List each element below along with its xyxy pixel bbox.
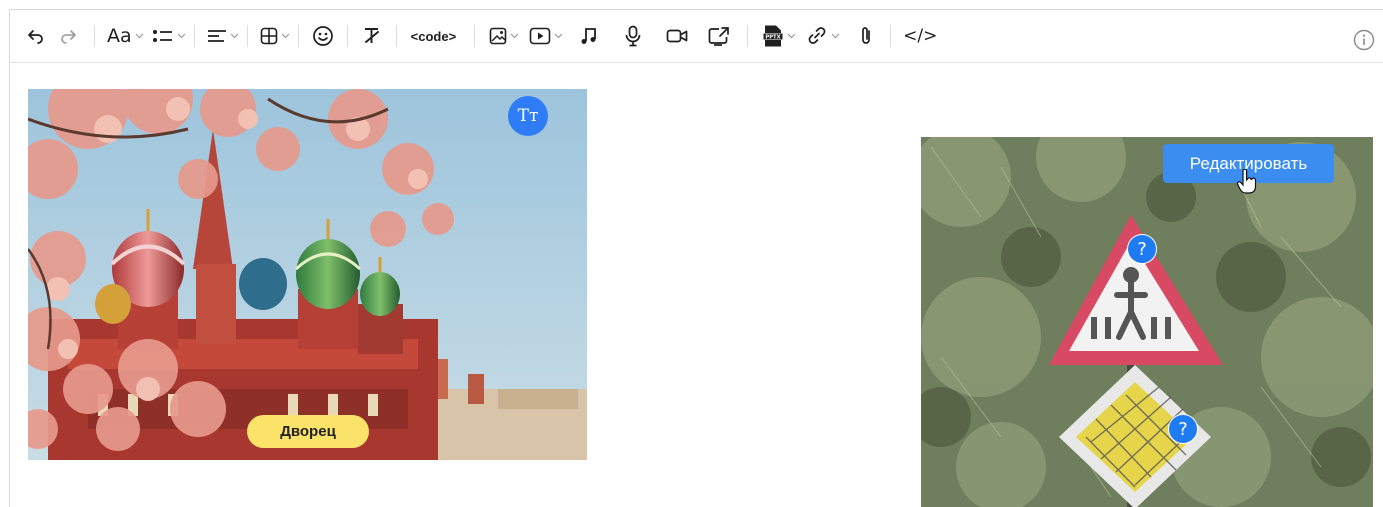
table-dropdown[interactable] [260, 20, 290, 52]
image-icon [489, 27, 507, 45]
chevron-down-icon [135, 33, 144, 39]
bullet-list-icon [152, 30, 172, 42]
clear-format-button[interactable] [360, 20, 384, 52]
toolbar-divider [193, 25, 195, 47]
voice-record-button[interactable] [621, 20, 645, 52]
chevron-down-icon [177, 33, 186, 39]
audio-button[interactable] [577, 20, 601, 52]
attach-file-button[interactable] [854, 20, 878, 52]
chevron-down-icon [230, 33, 239, 39]
image-dropdown[interactable] [489, 20, 519, 52]
editor-content[interactable]: Tт Дворец Редактировать ? ? [10, 64, 1383, 507]
link-icon [808, 27, 826, 44]
list-dropdown[interactable] [152, 20, 186, 52]
toolbar-divider [474, 25, 476, 47]
pptx-file-icon: PPTX [763, 25, 784, 47]
html-label: </> [903, 26, 938, 46]
image-caption-label[interactable]: Дворец [247, 415, 369, 448]
video-record-button[interactable] [665, 20, 689, 52]
music-note-icon [581, 28, 597, 44]
chevron-down-icon [281, 33, 290, 39]
chevron-down-icon [554, 33, 563, 39]
align-dropdown[interactable] [207, 20, 239, 52]
undo-icon [28, 30, 43, 44]
clear-formatting-icon [364, 28, 379, 43]
chevron-down-icon [787, 33, 796, 39]
redo-icon [61, 30, 76, 44]
hotspot-marker[interactable]: ? [1168, 414, 1198, 444]
html-source-button[interactable]: </> [903, 20, 937, 52]
font-label: Aa [107, 25, 132, 47]
camera-icon [666, 29, 688, 43]
code-button[interactable]: <code> [411, 20, 457, 52]
toolbar-divider [890, 25, 892, 47]
screen-share-icon [708, 27, 730, 46]
rich-text-editor: Aa <code> PPTX </> Tт Дворец Редактирова… [9, 9, 1383, 507]
info-button[interactable] [1352, 24, 1376, 56]
paperclip-icon [862, 27, 871, 44]
presentation-dropdown[interactable]: PPTX [762, 20, 796, 52]
editor-toolbar: Aa <code> PPTX </> [10, 10, 1383, 63]
text-overlay-badge[interactable]: Tт [508, 96, 548, 136]
link-dropdown[interactable] [806, 20, 840, 52]
road-signs-image[interactable]: Редактировать ? ? [921, 137, 1373, 507]
chevron-down-icon [510, 33, 519, 39]
toolbar-divider [346, 25, 348, 47]
toolbar-divider [747, 25, 749, 47]
emoji-icon [312, 26, 333, 46]
code-label: <code> [410, 28, 457, 44]
cathedral-image[interactable]: Tт Дворец [28, 89, 587, 460]
toolbar-divider [246, 25, 248, 47]
undo-button[interactable] [24, 20, 48, 52]
redo-button[interactable] [56, 20, 80, 52]
cathedral-photo [28, 89, 587, 460]
font-size-dropdown[interactable]: Aa [107, 20, 144, 52]
hand-cursor-icon [1236, 168, 1258, 200]
toolbar-divider [94, 25, 95, 47]
svg-text:PPTX: PPTX [766, 35, 781, 41]
screen-record-button[interactable] [707, 20, 731, 52]
table-icon [260, 27, 277, 45]
chevron-down-icon [831, 33, 840, 39]
microphone-icon [625, 25, 641, 47]
video-play-icon [529, 27, 551, 45]
video-dropdown[interactable] [529, 20, 563, 52]
road-signs-photo [921, 137, 1373, 507]
emoji-button[interactable] [311, 20, 335, 52]
info-icon [1353, 29, 1375, 51]
toolbar-divider [297, 25, 299, 47]
hotspot-marker[interactable]: ? [1127, 234, 1157, 264]
align-left-icon [207, 30, 226, 42]
toolbar-divider [395, 25, 397, 47]
